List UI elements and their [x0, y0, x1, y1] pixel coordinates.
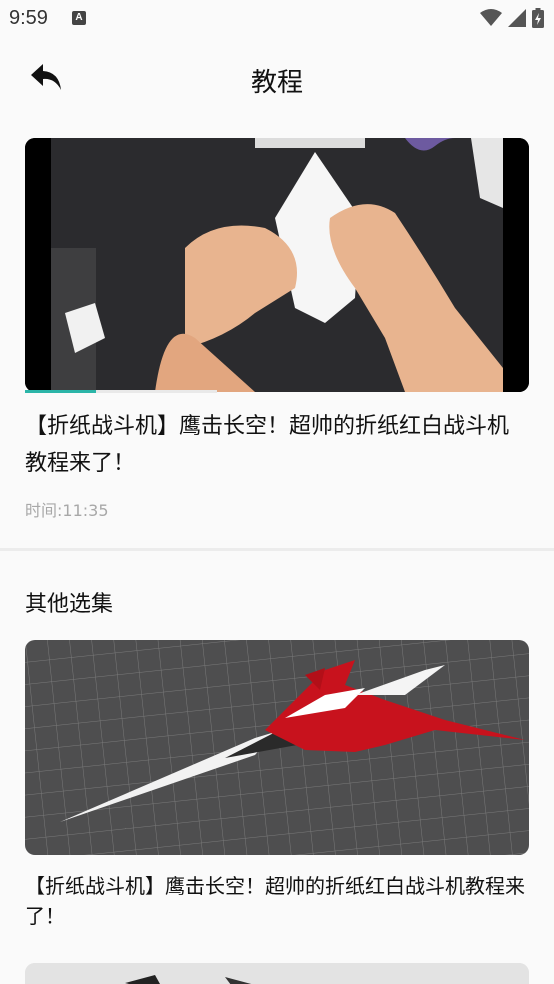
signal-icon [508, 9, 526, 27]
episode-thumbnail-next[interactable] [25, 963, 529, 984]
wifi-icon [480, 9, 502, 26]
episode-thumbnail-next-image [25, 963, 529, 984]
app-bar: 教程 [0, 40, 554, 120]
status-bar: 9:59 A [0, 0, 554, 38]
notification-icon: A [72, 11, 86, 25]
section-divider [0, 548, 554, 551]
page-title: 教程 [250, 68, 303, 98]
video-duration: 时间:11:35 [25, 501, 109, 520]
video-player[interactable] [25, 138, 529, 392]
episode-title[interactable]: 【折纸战斗机】鹰击长空！超帅的折纸红白战斗机教程来了！ [25, 871, 525, 931]
video-frame [25, 138, 529, 392]
battery-charging-icon [532, 8, 544, 28]
video-title: 【折纸战斗机】鹰击长空！超帅的折纸红白战斗机教程来了！ [25, 414, 510, 476]
episode-thumbnail-image [25, 640, 529, 855]
episodes-section-title: 其他选集 [25, 592, 114, 617]
video-progress-played[interactable] [25, 390, 96, 393]
video-progress-buffered [96, 390, 217, 393]
episode-thumbnail[interactable] [25, 640, 529, 855]
status-time: 9:59 [9, 7, 48, 29]
